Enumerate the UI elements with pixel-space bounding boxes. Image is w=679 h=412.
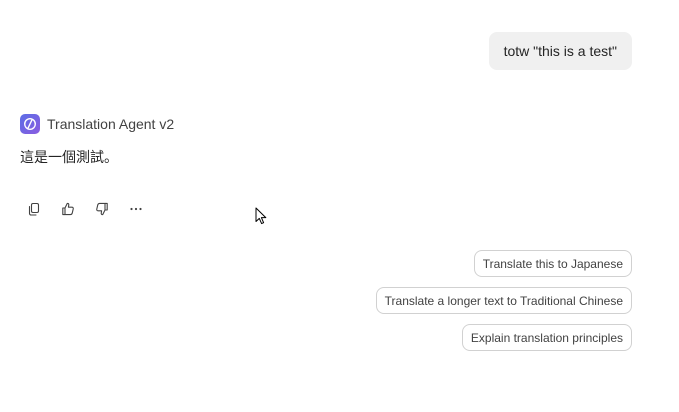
thumbs-down-icon (96, 202, 108, 216)
agent-message-text: 這是一個測試。 (20, 150, 118, 166)
agent-name: Translation Agent v2 (47, 116, 175, 132)
slash-circle-icon (20, 114, 40, 134)
thumbs-up-icon (62, 202, 74, 216)
more-options-button[interactable] (122, 196, 150, 222)
mouse-cursor-icon (255, 207, 267, 225)
agent-header: Translation Agent v2 (20, 114, 174, 134)
message-actions (20, 196, 156, 222)
dislike-button[interactable] (88, 196, 116, 222)
suggestion-chip[interactable]: Translate this to Japanese (473, 250, 632, 277)
user-message-text: totw "this is a test" (503, 43, 617, 59)
suggested-prompts: Translate this to Japanese Translate a l… (375, 250, 632, 351)
suggestion-chip[interactable]: Explain translation principles (461, 324, 632, 351)
suggestion-chip[interactable]: Translate a longer text to Traditional C… (375, 287, 632, 314)
user-message-bubble: totw "this is a test" (488, 32, 632, 70)
copy-icon (28, 202, 40, 216)
more-icon (130, 207, 142, 211)
like-button[interactable] (54, 196, 82, 222)
copy-button[interactable] (20, 196, 48, 222)
